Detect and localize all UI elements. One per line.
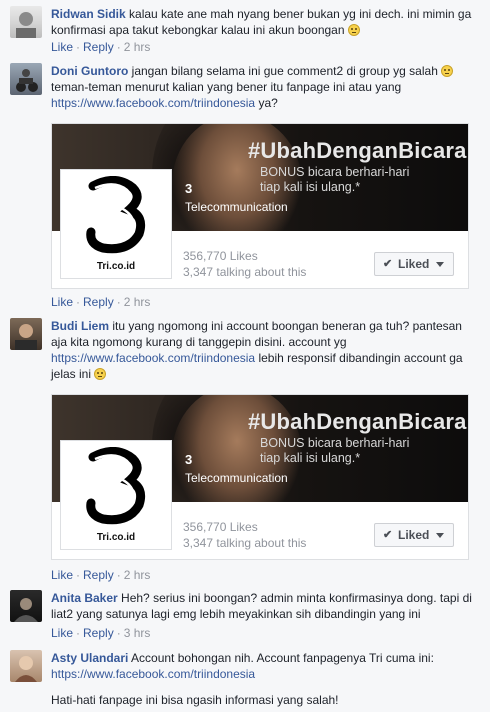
comment-body: Budi Liem itu yang ngomong ini account b… xyxy=(51,318,476,382)
comment-author[interactable]: Asty Ulandari xyxy=(51,651,128,665)
page-attachment-card[interactable]: #UbahDenganBicara BONUS bicara berhari-h… xyxy=(51,123,469,289)
liked-button[interactable]: ✔ Liked xyxy=(374,252,454,276)
comment-body: Asty Ulandari Account bohongan nih. Acco… xyxy=(51,650,476,682)
comment-text: jangan bilang selama ini gue comment2 di… xyxy=(131,64,438,78)
cover-tagline: BONUS bicara berhari-hari tiap kali isi u… xyxy=(260,165,410,194)
page-likes-count: 356,770 Likes xyxy=(183,249,258,263)
facebook-page-link[interactable]: https://www.facebook.com/triindonesia xyxy=(51,351,255,365)
comment-last-line: Hati-hati fanpage ini bisa ngasih inform… xyxy=(51,693,339,707)
comment-timestamp[interactable]: 2 hrs xyxy=(124,568,151,582)
comment-body: Ridwan Sidik kalau kate ane mah nyang be… xyxy=(51,6,476,38)
avatar-doni-icon xyxy=(16,69,38,92)
confused-emoji-icon xyxy=(441,65,454,77)
liked-label: Liked xyxy=(398,528,430,542)
comment-body: Anita Baker Heh? serius ini boongan? adm… xyxy=(51,590,476,622)
avatar[interactable] xyxy=(10,650,42,682)
avatar[interactable] xyxy=(10,6,42,38)
page-stats: 356,770 Likes 3,347 talking about this xyxy=(183,248,306,280)
page-likes-count: 356,770 Likes xyxy=(183,520,258,534)
avatar-anita-icon xyxy=(14,598,38,622)
page-talking-count: 3,347 talking about this xyxy=(183,265,307,279)
logo-text: Tri.co.id xyxy=(96,532,136,543)
page-attachment-card[interactable]: #UbahDenganBicara BONUS bicara berhari-h… xyxy=(51,394,469,560)
page-category: Telecommunication xyxy=(185,471,288,485)
tri-logo-icon xyxy=(86,176,146,254)
like-link[interactable]: Like xyxy=(51,295,73,309)
like-link[interactable]: Like xyxy=(51,40,73,54)
comment-text-line-2: teman-teman menurut kalian yang bener it… xyxy=(51,80,402,94)
comment-text: Account bohongan nih. Account fanpagenya… xyxy=(131,651,434,665)
comment-timestamp[interactable]: 2 hrs xyxy=(124,40,151,54)
comment-actions: Like · Reply · 2 hrs xyxy=(51,295,151,309)
cover-headline: #UbahDenganBicara xyxy=(248,409,467,434)
caret-down-icon xyxy=(436,533,444,538)
comment-actions: Like · Reply · 3 hrs xyxy=(51,626,151,640)
avatar[interactable] xyxy=(10,63,42,95)
tri-logo-icon xyxy=(86,447,146,525)
cover-headline: #UbahDenganBicara xyxy=(248,138,467,163)
reply-link[interactable]: Reply xyxy=(83,568,114,582)
comment-text-after-link: ya? xyxy=(258,96,278,110)
comment-text: itu yang ngomong ini account boongan ben… xyxy=(51,319,462,349)
avatar-ridwan-icon xyxy=(16,12,36,38)
page-stats: 356,770 Likes 3,347 talking about this xyxy=(183,519,306,551)
cover-tagline: BONUS bicara berhari-hari tiap kali isi u… xyxy=(260,436,410,465)
check-icon: ✔ xyxy=(383,529,393,541)
like-link[interactable]: Like xyxy=(51,626,73,640)
facebook-page-link[interactable]: https://www.facebook.com/triindonesia xyxy=(51,96,255,110)
avatar[interactable] xyxy=(10,318,42,350)
avatar-budi-icon xyxy=(15,324,37,350)
confused-emoji-icon xyxy=(347,24,360,36)
comment-timestamp[interactable]: 3 hrs xyxy=(124,626,151,640)
page-profile-picture[interactable]: Tri.co.id xyxy=(60,440,172,550)
comment-timestamp[interactable]: 2 hrs xyxy=(124,295,151,309)
comment-author[interactable]: Anita Baker xyxy=(51,591,118,605)
comment-actions: Like · Reply · 2 hrs xyxy=(51,40,151,54)
avatar[interactable] xyxy=(10,590,42,622)
page-name[interactable]: 3 xyxy=(185,452,192,467)
page-talking-count: 3,347 talking about this xyxy=(183,536,307,550)
liked-label: Liked xyxy=(398,257,430,271)
page-name[interactable]: 3 xyxy=(185,181,192,196)
reply-link[interactable]: Reply xyxy=(83,626,114,640)
facebook-page-link[interactable]: https://www.facebook.com/triindonesia xyxy=(51,667,255,681)
comment-thread: Ridwan Sidik kalau kate ane mah nyang be… xyxy=(0,0,490,712)
page-profile-picture[interactable]: Tri.co.id xyxy=(60,169,172,279)
comment-body: Doni Guntoro jangan bilang selama ini gu… xyxy=(51,63,476,111)
reply-link[interactable]: Reply xyxy=(83,295,114,309)
comment-author[interactable]: Doni Guntoro xyxy=(51,64,128,78)
comment-author[interactable]: Ridwan Sidik xyxy=(51,7,126,21)
reply-link[interactable]: Reply xyxy=(83,40,114,54)
check-icon: ✔ xyxy=(383,258,393,270)
like-link[interactable]: Like xyxy=(51,568,73,582)
caret-down-icon xyxy=(436,262,444,267)
comment-author[interactable]: Budi Liem xyxy=(51,319,109,333)
page-category: Telecommunication xyxy=(185,200,288,214)
unamused-emoji-icon xyxy=(94,368,107,380)
avatar-asty-icon xyxy=(15,656,37,682)
logo-text: Tri.co.id xyxy=(96,261,136,272)
liked-button[interactable]: ✔ Liked xyxy=(374,523,454,547)
comment-actions: Like · Reply · 2 hrs xyxy=(51,568,151,582)
